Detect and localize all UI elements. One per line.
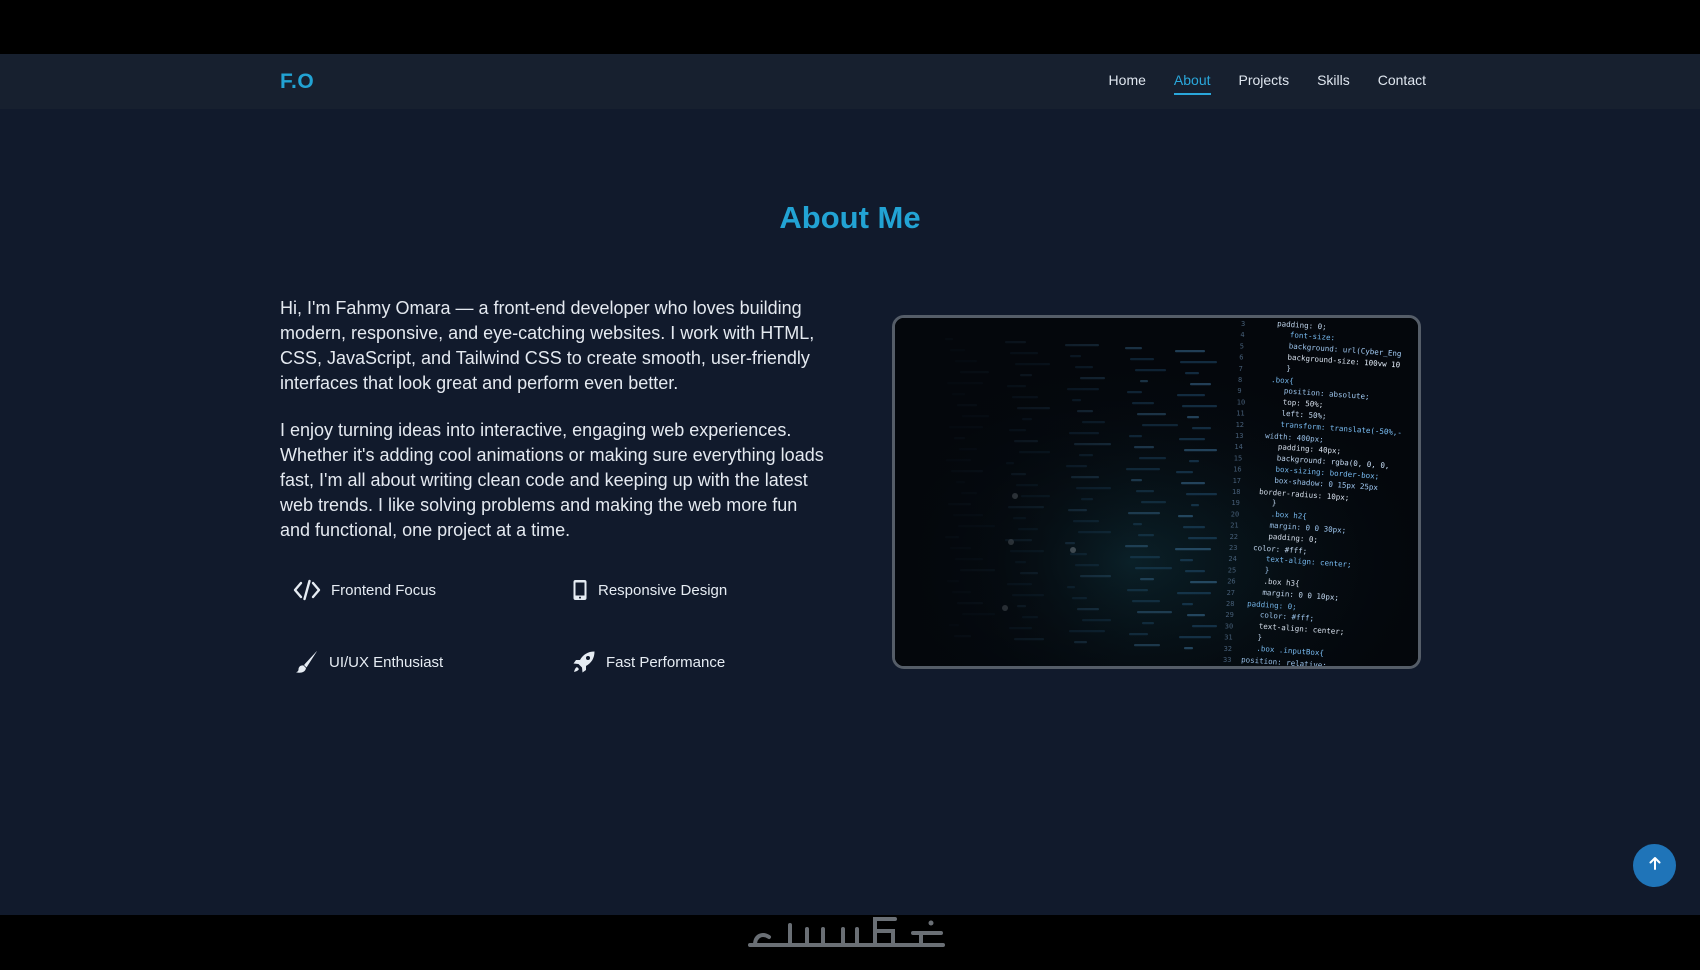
main-nav: Home About Projects Skills Contact xyxy=(1109,72,1426,95)
arrow-up-icon xyxy=(1647,855,1663,876)
feature-label: Frontend Focus xyxy=(331,581,437,599)
nav-link-about[interactable]: About xyxy=(1173,72,1211,95)
mobile-icon xyxy=(572,579,588,601)
nav-link-contact[interactable]: Contact xyxy=(1378,72,1426,88)
feature-label: Responsive Design xyxy=(598,581,728,599)
nav-link-home[interactable]: Home xyxy=(1109,72,1146,88)
rocket-icon xyxy=(572,650,596,674)
site-logo[interactable]: F.O xyxy=(280,70,314,94)
code-screen-graphic: 3padding: 0;4font-size:5background: url(… xyxy=(895,318,1418,666)
top-letterbox xyxy=(0,0,1700,54)
navbar: F.O Home About Projects Skills Contact xyxy=(0,54,1700,109)
code-screen-image: 3padding: 0;4font-size:5background: url(… xyxy=(892,315,1421,669)
page: F.O Home About Projects Skills Contact A… xyxy=(0,54,1700,915)
scroll-to-top-button[interactable] xyxy=(1633,844,1676,887)
feature-label: Fast Performance xyxy=(606,653,726,671)
about-title: About Me xyxy=(779,200,921,235)
khamsat-watermark-logo xyxy=(745,905,955,955)
feature-frontend-focus: Frontend Focus xyxy=(293,579,436,601)
feature-responsive-design: Responsive Design xyxy=(572,579,727,601)
paintbrush-icon xyxy=(295,650,319,674)
nav-link-skills[interactable]: Skills xyxy=(1317,72,1350,88)
feature-label: UI/UX Enthusiast xyxy=(329,653,444,671)
nav-link-projects[interactable]: Projects xyxy=(1239,72,1290,88)
about-paragraph-1: Hi, I'm Fahmy Omara — a front-end develo… xyxy=(280,298,815,393)
code-icon xyxy=(293,579,321,601)
feature-fast-performance: Fast Performance xyxy=(572,650,725,674)
feature-uiux-enthusiast: UI/UX Enthusiast xyxy=(295,650,443,674)
about-paragraph-2: I enjoy turning ideas into interactive, … xyxy=(280,420,824,540)
